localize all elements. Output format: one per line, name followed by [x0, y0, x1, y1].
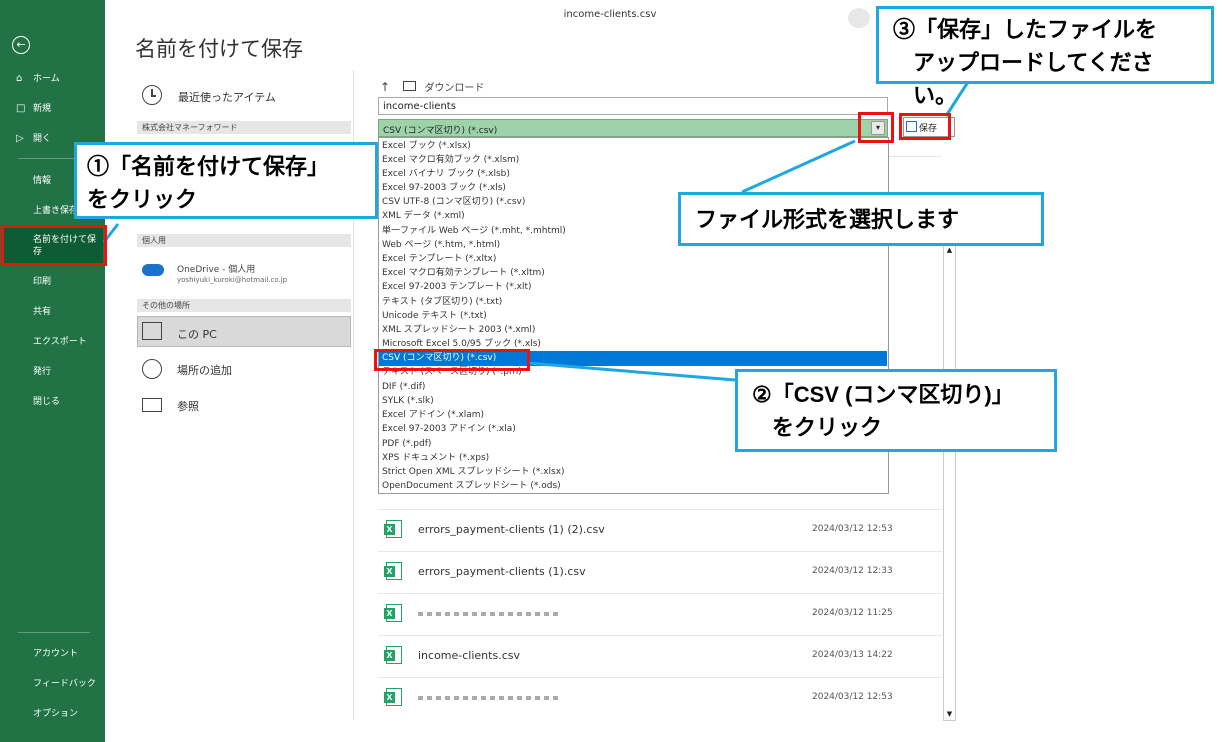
callout-select-format: ファイル形式を選択します — [678, 192, 1044, 246]
callout-text: アップロードしてください。 — [913, 50, 1154, 108]
callout-text: をクリック — [772, 415, 883, 440]
callout-text: ③「保存」したファイルを — [893, 17, 1158, 42]
callout-text: をクリック — [87, 187, 198, 212]
connector-line — [526, 361, 736, 382]
highlight-save-as — [1, 225, 107, 266]
callout-text: ①「名前を付けて保存」 — [87, 154, 330, 179]
callout-step3: ③「保存」したファイルを アップロードしてください。 — [876, 6, 1214, 108]
highlight-dropdown-arrow — [858, 112, 894, 143]
callout-text: ②「CSV (コンマ区切り)」 — [752, 382, 1014, 407]
highlight-save-button — [899, 113, 951, 140]
connector-line — [741, 139, 856, 194]
highlight-csv-option — [374, 349, 530, 371]
callout-step2: ②「CSV (コンマ区切り)」 をクリック — [735, 369, 1057, 452]
callout-step1: ①「名前を付けて保存」 をクリック — [74, 142, 378, 219]
